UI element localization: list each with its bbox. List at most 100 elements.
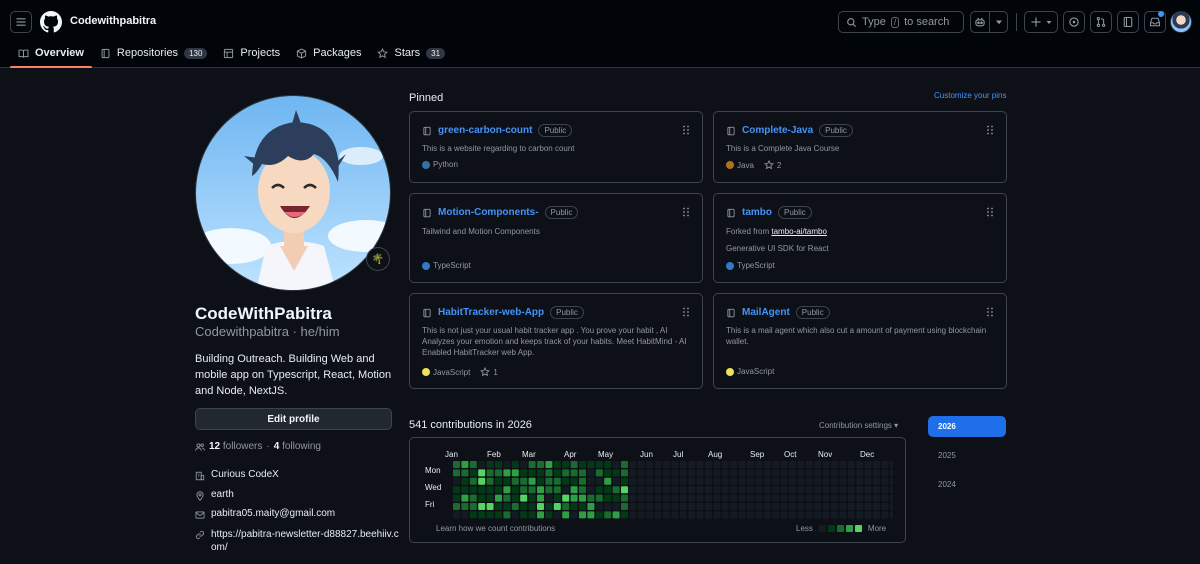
contribution-day[interactable] <box>671 511 679 519</box>
contribution-day[interactable] <box>503 486 511 494</box>
contribution-day[interactable] <box>511 477 519 485</box>
contribution-day[interactable] <box>831 486 838 494</box>
contribution-day[interactable] <box>520 503 528 510</box>
status-emoji-button[interactable]: 🌴 <box>366 247 390 271</box>
contribution-day[interactable] <box>503 477 511 485</box>
contribution-day[interactable] <box>528 494 536 502</box>
contribution-day[interactable] <box>889 511 893 519</box>
contribution-day[interactable] <box>486 469 494 477</box>
contribution-day[interactable] <box>713 503 721 510</box>
contribution-day[interactable] <box>486 461 494 468</box>
contribution-day[interactable] <box>587 477 595 485</box>
contribution-day[interactable] <box>831 461 838 468</box>
contribution-day[interactable] <box>679 486 687 494</box>
contribution-day[interactable] <box>889 477 893 485</box>
contribution-day[interactable] <box>637 486 645 494</box>
contribution-day[interactable] <box>562 469 570 477</box>
user-avatar-button[interactable] <box>1170 11 1192 33</box>
contribution-day[interactable] <box>579 494 586 502</box>
repo-name-link[interactable]: Motion-Components- Public <box>422 206 579 219</box>
contribution-day[interactable] <box>780 494 788 502</box>
contribution-day[interactable] <box>453 469 460 477</box>
contribution-day[interactable] <box>839 511 847 519</box>
contribution-day[interactable] <box>520 486 528 494</box>
contribution-day[interactable] <box>545 461 553 468</box>
contribution-day[interactable] <box>646 486 654 494</box>
contribution-day[interactable] <box>755 494 763 502</box>
contribution-day[interactable] <box>763 461 771 468</box>
contribution-day[interactable] <box>562 477 570 485</box>
contribution-day[interactable] <box>889 469 893 477</box>
github-logo-icon[interactable] <box>40 11 62 33</box>
contribution-day[interactable] <box>873 503 880 510</box>
contribution-day[interactable] <box>780 477 788 485</box>
contribution-day[interactable] <box>738 503 746 510</box>
contribution-day[interactable] <box>789 494 796 502</box>
contribution-day[interactable] <box>780 511 788 519</box>
contribution-day[interactable] <box>637 469 645 477</box>
contribution-day[interactable] <box>889 494 893 502</box>
contribution-day[interactable] <box>503 503 511 510</box>
repo-stars-link[interactable]: 1 <box>480 367 498 377</box>
customize-pins-link[interactable]: Customize your pins <box>934 91 1006 100</box>
repositories-button[interactable] <box>1117 11 1139 33</box>
contribution-day[interactable] <box>570 486 578 494</box>
contribution-day[interactable] <box>889 486 893 494</box>
contribution-day[interactable] <box>747 469 754 477</box>
contribution-day[interactable] <box>738 511 746 519</box>
contribution-day[interactable] <box>738 494 746 502</box>
contribution-day[interactable] <box>780 469 788 477</box>
contribution-day[interactable] <box>747 486 754 494</box>
contribution-day[interactable] <box>797 461 805 468</box>
contribution-day[interactable] <box>587 503 595 510</box>
issues-button[interactable] <box>1063 11 1085 33</box>
contribution-day[interactable] <box>831 494 838 502</box>
contribution-day[interactable] <box>629 486 637 494</box>
contribution-day[interactable] <box>688 494 696 502</box>
contribution-day[interactable] <box>805 494 813 502</box>
repo-name-link[interactable]: MailAgent Public <box>726 306 830 319</box>
contribution-day[interactable] <box>705 469 712 477</box>
contribution-day[interactable] <box>671 486 679 494</box>
contribution-day[interactable] <box>579 461 586 468</box>
contribution-day[interactable] <box>763 503 771 510</box>
contribution-day[interactable] <box>511 494 519 502</box>
contribution-day[interactable] <box>671 469 679 477</box>
contribution-day[interactable] <box>730 477 738 485</box>
contribution-day[interactable] <box>654 477 662 485</box>
contribution-day[interactable] <box>469 469 477 477</box>
contribution-day[interactable] <box>805 461 813 468</box>
tab-stars[interactable]: Stars 31 <box>369 38 453 68</box>
contribution-day[interactable] <box>520 477 528 485</box>
contribution-day[interactable] <box>772 477 780 485</box>
contribution-day[interactable] <box>805 477 813 485</box>
contribution-day[interactable] <box>528 469 536 477</box>
contribution-day[interactable] <box>747 503 754 510</box>
contribution-day[interactable] <box>730 494 738 502</box>
contribution-day[interactable] <box>856 511 864 519</box>
contribution-day[interactable] <box>747 461 754 468</box>
tab-projects[interactable]: Projects <box>215 38 288 68</box>
contribution-day[interactable] <box>528 477 536 485</box>
contribution-day[interactable] <box>789 477 796 485</box>
contribution-day[interactable] <box>847 511 855 519</box>
contribution-day[interactable] <box>847 469 855 477</box>
contribution-day[interactable] <box>873 469 880 477</box>
contribution-day[interactable] <box>553 461 561 468</box>
contribution-day[interactable] <box>847 486 855 494</box>
contribution-day[interactable] <box>537 477 544 485</box>
contribution-day[interactable] <box>839 494 847 502</box>
contribution-day[interactable] <box>570 461 578 468</box>
tab-repositories[interactable]: Repositories 130 <box>92 38 216 68</box>
contribution-day[interactable] <box>713 477 721 485</box>
contribution-day[interactable] <box>789 511 796 519</box>
contribution-day[interactable] <box>847 477 855 485</box>
contribution-day[interactable] <box>562 461 570 468</box>
contribution-day[interactable] <box>579 486 586 494</box>
contribution-day[interactable] <box>503 511 511 519</box>
contribution-day[interactable] <box>738 477 746 485</box>
contribution-day[interactable] <box>679 511 687 519</box>
contribution-day[interactable] <box>570 469 578 477</box>
contribution-day[interactable] <box>772 461 780 468</box>
contribution-day[interactable] <box>730 461 738 468</box>
